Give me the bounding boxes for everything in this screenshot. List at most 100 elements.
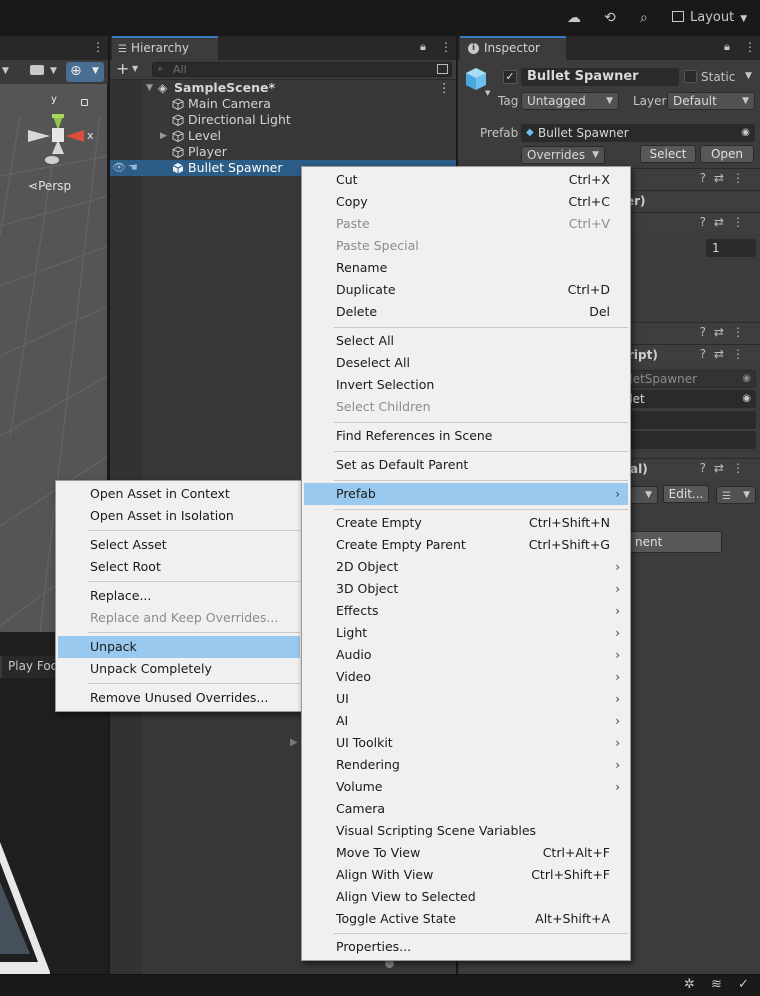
menu-item-audio[interactable]: Audio › xyxy=(304,644,628,666)
object-name-field[interactable]: Bullet Spawner xyxy=(521,68,679,86)
expand-arrow-icon[interactable]: ▶ xyxy=(160,128,167,144)
tag-dropdown[interactable]: Untagged ▼ xyxy=(521,92,619,110)
object-picker-icon[interactable]: ◉ xyxy=(742,391,751,407)
menu-item-move-to-view[interactable]: Move To View Ctrl+Alt+F xyxy=(304,842,628,864)
menu-item-open-asset-in-isolation[interactable]: Open Asset in Isolation xyxy=(58,505,300,527)
menu-item-volume[interactable]: Volume › xyxy=(304,776,628,798)
prefab-large-icon[interactable]: ▼ xyxy=(464,66,490,96)
menu-item-ai[interactable]: AI › xyxy=(304,710,628,732)
menu-item-align-with-view[interactable]: Align With View Ctrl+Shift+F xyxy=(304,864,628,886)
pickable-hand-icon[interactable]: ☚ xyxy=(128,160,138,176)
chevron-down-icon[interactable]: ▼ xyxy=(50,66,57,76)
menu-item-select-all[interactable]: Select All xyxy=(304,330,628,352)
hierarchy-row-main-camera[interactable]: Main Camera xyxy=(110,96,456,112)
active-checkbox[interactable]: ✓ xyxy=(503,70,517,84)
hierarchy-row-level[interactable]: ▶ Level xyxy=(110,128,456,144)
menu-item-ui[interactable]: UI › xyxy=(304,688,628,710)
hierarchy-row-player[interactable]: Player xyxy=(110,144,456,160)
shader-dropdown[interactable]: ▼ xyxy=(630,486,658,504)
cloud-icon[interactable]: ☁ xyxy=(567,10,581,26)
more-options-icon[interactable]: ⋮ xyxy=(92,40,104,54)
component-menu-icons[interactable]: ?⇄⋮ xyxy=(700,171,752,185)
menu-item-prefab[interactable]: Prefab › xyxy=(304,483,628,505)
menu-item-select-asset[interactable]: Select Asset xyxy=(58,534,300,556)
menu-item-invert-selection[interactable]: Invert Selection xyxy=(304,374,628,396)
hierarchy-search-input[interactable]: ⌕ All xyxy=(152,62,452,77)
gizmo-toggle-button[interactable]: ⊕ ▼ xyxy=(66,62,104,82)
chevron-down-icon[interactable]: ▼ xyxy=(2,66,9,76)
component-menu-icons[interactable]: ?⇄⋮ xyxy=(700,461,752,475)
menu-item-delete[interactable]: Delete Del xyxy=(304,301,628,323)
object-picker-icon[interactable]: ◉ xyxy=(741,125,750,141)
layer-dropdown[interactable]: Default ▼ xyxy=(667,92,755,110)
menu-item-ui-toolkit[interactable]: UI Toolkit › xyxy=(304,732,628,754)
menu-item-properties[interactable]: Properties... xyxy=(304,936,628,958)
empty-field-1[interactable] xyxy=(620,411,756,429)
menu-item-create-empty[interactable]: Create Empty Ctrl+Shift+N xyxy=(304,512,628,534)
edit-button[interactable]: Edit... xyxy=(663,485,709,503)
chevron-down-icon[interactable]: ▼ xyxy=(745,71,752,81)
menu-item-align-view-to-selected[interactable]: Align View to Selected xyxy=(304,886,628,908)
open-button[interactable]: Open xyxy=(700,145,754,163)
menu-item-rename[interactable]: Rename xyxy=(304,257,628,279)
menu-item-light[interactable]: Light › xyxy=(304,622,628,644)
lock-icon[interactable]: 🔒︎ xyxy=(420,40,426,54)
lock-icon[interactable]: 🔒︎ xyxy=(724,40,730,54)
camera-icon[interactable] xyxy=(30,65,44,75)
tab-hierarchy[interactable]: ☰ Hierarchy xyxy=(112,36,218,60)
chevron-down-icon[interactable]: ▼ xyxy=(132,64,138,73)
menu-item-copy[interactable]: Copy Ctrl+C xyxy=(304,191,628,213)
menu-item-deselect-all[interactable]: Deselect All xyxy=(304,352,628,374)
menu-item-find-references[interactable]: Find References in Scene xyxy=(304,425,628,447)
menu-item-toggle-active-state[interactable]: Toggle Active State Alt+Shift+A xyxy=(304,908,628,930)
menu-item-remove-unused-overrides[interactable]: Remove Unused Overrides... xyxy=(58,687,300,709)
visibility-eye-icon[interactable]: 👁︎ xyxy=(112,160,126,176)
scene-filter-icon[interactable] xyxy=(437,64,448,74)
hierarchy-row-scene[interactable]: ▼ ◈ SampleScene* ⋮ xyxy=(110,80,456,96)
expand-arrow-icon[interactable]: ▼ xyxy=(146,80,153,96)
prefab-asset-field[interactable]: ◆ Bullet Spawner ◉ xyxy=(521,124,755,142)
menu-item-camera[interactable]: Camera xyxy=(304,798,628,820)
list-menu-dropdown[interactable]: ☰ ▼ xyxy=(716,486,756,504)
menu-item-rendering[interactable]: Rendering › xyxy=(304,754,628,776)
overrides-dropdown[interactable]: Overrides ▼ xyxy=(521,146,605,164)
hierarchy-row-directional-light[interactable]: Directional Light xyxy=(110,112,456,128)
bullet-field[interactable]: llet ◉ xyxy=(620,390,756,408)
lock-icon[interactable] xyxy=(81,99,88,106)
layout-dropdown[interactable]: Layout ▼ xyxy=(672,8,747,28)
component-menu-icons[interactable]: ?⇄⋮ xyxy=(700,347,752,361)
menu-item-open-asset-in-context[interactable]: Open Asset in Context xyxy=(58,483,300,505)
tab-inspector[interactable]: i Inspector xyxy=(460,36,566,60)
menu-item-duplicate[interactable]: Duplicate Ctrl+D xyxy=(304,279,628,301)
search-icon[interactable]: ⌕ xyxy=(640,10,648,26)
static-checkbox[interactable] xyxy=(684,70,697,83)
more-options-icon[interactable]: ⋮ xyxy=(744,40,756,54)
menu-item-3d-object[interactable]: 3D Object › xyxy=(304,578,628,600)
component-menu-icons[interactable]: ?⇄⋮ xyxy=(700,215,752,229)
persp-toggle[interactable]: ⋖Persp xyxy=(28,179,71,193)
empty-field-2[interactable] xyxy=(620,431,756,449)
component-menu-icons[interactable]: ?⇄⋮ xyxy=(700,325,752,339)
more-options-icon[interactable]: ⋮ xyxy=(438,80,451,96)
collapse-arrow-icon[interactable]: ▶ xyxy=(290,737,298,748)
menu-item-unpack-completely[interactable]: Unpack Completely xyxy=(58,658,300,680)
select-button[interactable]: Select xyxy=(640,145,696,163)
bug-icon[interactable]: ✲ xyxy=(684,977,695,992)
add-button[interactable]: + xyxy=(116,59,129,78)
object-picker-icon[interactable]: ◉ xyxy=(742,371,751,387)
script-field[interactable]: lletSpawner ◉ xyxy=(620,370,756,388)
play-focus-dropdown[interactable]: Play Foc xyxy=(8,659,57,673)
more-options-icon[interactable]: ⋮ xyxy=(440,40,452,54)
menu-item-replace[interactable]: Replace... xyxy=(58,585,300,607)
menu-item-select-root[interactable]: Select Root xyxy=(58,556,300,578)
menu-item-visual-scripting-scene-variables[interactable]: Visual Scripting Scene Variables xyxy=(304,820,628,842)
menu-item-2d-object[interactable]: 2D Object › xyxy=(304,556,628,578)
history-icon[interactable]: ⟲ xyxy=(604,10,616,26)
menu-item-effects[interactable]: Effects › xyxy=(304,600,628,622)
value-field[interactable]: 1 xyxy=(706,239,756,257)
layers-icon[interactable]: ≋ xyxy=(711,977,722,992)
menu-item-cut[interactable]: Cut Ctrl+X xyxy=(304,169,628,191)
menu-item-video[interactable]: Video › xyxy=(304,666,628,688)
menu-item-create-empty-parent[interactable]: Create Empty Parent Ctrl+Shift+G xyxy=(304,534,628,556)
menu-item-set-default-parent[interactable]: Set as Default Parent xyxy=(304,454,628,476)
